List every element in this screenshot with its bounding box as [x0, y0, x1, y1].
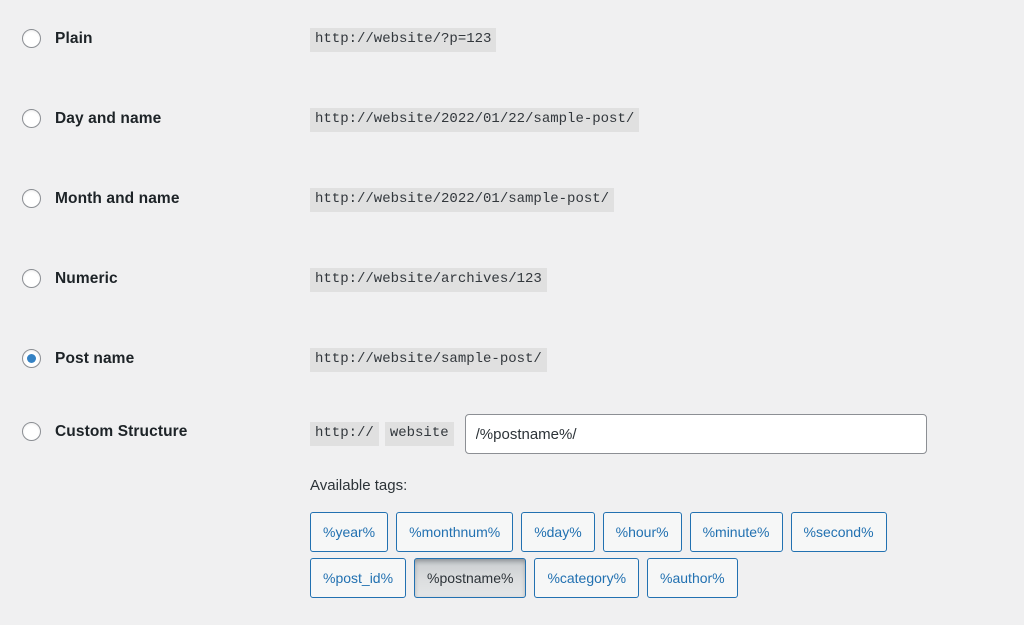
permalink-example-cell-plain: http://website/?p=123 — [310, 0, 1024, 80]
permalink-option-row-day-and-name: Day and name http://website/2022/01/22/s… — [0, 80, 1024, 160]
permalink-option-label-cell-custom-structure: Custom Structure — [0, 400, 310, 614]
permalink-settings-table: Plain http://website/?p=123 Day and name… — [0, 0, 1024, 614]
custom-structure-cell: http:// website Available tags: %year% %… — [310, 400, 1024, 614]
permalink-option-label-cell-month-and-name: Month and name — [0, 160, 310, 240]
tag-button-year[interactable]: %year% — [310, 512, 389, 552]
permalink-option-label-numeric: Numeric — [55, 269, 118, 287]
custom-structure-input-line: http:// website — [310, 414, 1024, 454]
radio-label-post-name[interactable]: Post name — [0, 349, 134, 368]
radio-button-post-name[interactable] — [22, 349, 41, 368]
permalink-example-cell-post-name: http://website/sample-post/ — [310, 320, 1024, 400]
permalink-option-label-custom-structure: Custom Structure — [55, 422, 188, 440]
radio-button-numeric[interactable] — [22, 269, 41, 288]
site-name-text: website — [384, 422, 454, 446]
permalink-option-label-plain: Plain — [55, 29, 93, 47]
radio-label-custom-structure[interactable]: Custom Structure — [0, 422, 188, 441]
permalink-option-label-month-and-name: Month and name — [55, 189, 180, 207]
custom-structure-input[interactable] — [464, 414, 927, 454]
protocol-prefix-text: http:// — [310, 422, 379, 446]
permalink-option-row-numeric: Numeric http://website/archives/123 — [0, 240, 1024, 320]
permalink-option-label-cell-day-and-name: Day and name — [0, 80, 310, 160]
tag-button-monthnum[interactable]: %monthnum% — [396, 512, 514, 552]
permalink-option-row-post-name: Post name http://website/sample-post/ — [0, 320, 1024, 400]
permalink-example-cell-month-and-name: http://website/2022/01/sample-post/ — [310, 160, 1024, 240]
permalink-example-numeric: http://website/archives/123 — [310, 268, 547, 292]
radio-label-month-and-name[interactable]: Month and name — [0, 189, 180, 208]
permalink-option-label-post-name: Post name — [55, 349, 135, 367]
available-tags-row-1: %year% %monthnum% %day% %hour% %minute% … — [310, 512, 1024, 552]
permalink-example-plain: http://website/?p=123 — [310, 28, 497, 52]
permalink-option-label-day-and-name: Day and name — [55, 109, 162, 127]
permalink-option-row-plain: Plain http://website/?p=123 — [0, 0, 1024, 80]
available-tags-container: %year% %monthnum% %day% %hour% %minute% … — [310, 512, 1024, 598]
permalink-option-row-month-and-name: Month and name http://website/2022/01/sa… — [0, 160, 1024, 240]
radio-button-plain[interactable] — [22, 29, 41, 48]
tag-button-minute[interactable]: %minute% — [689, 512, 783, 552]
permalink-option-label-cell-post-name: Post name — [0, 320, 310, 400]
permalink-option-row-custom-structure: Custom Structure http:// website Availab… — [0, 400, 1024, 614]
radio-label-day-and-name[interactable]: Day and name — [0, 109, 161, 128]
permalink-example-day-and-name: http://website/2022/01/22/sample-post/ — [310, 108, 640, 132]
tag-button-day[interactable]: %day% — [521, 512, 595, 552]
radio-button-month-and-name[interactable] — [22, 189, 41, 208]
permalink-example-cell-day-and-name: http://website/2022/01/22/sample-post/ — [310, 80, 1024, 160]
tag-button-category[interactable]: %category% — [534, 558, 640, 598]
radio-label-plain[interactable]: Plain — [0, 29, 93, 48]
available-tags-label: Available tags: — [310, 477, 408, 494]
tag-button-postname[interactable]: %postname% — [414, 558, 527, 598]
tag-button-author[interactable]: %author% — [647, 558, 738, 598]
radio-button-custom-structure[interactable] — [22, 422, 41, 441]
permalink-option-label-cell-plain: Plain — [0, 0, 310, 80]
permalink-example-post-name: http://website/sample-post/ — [310, 348, 547, 372]
tag-button-post-id[interactable]: %post_id% — [310, 558, 407, 598]
permalink-option-label-cell-numeric: Numeric — [0, 240, 310, 320]
permalink-options-list: Plain http://website/?p=123 Day and name… — [0, 0, 1024, 614]
radio-button-day-and-name[interactable] — [22, 109, 41, 128]
permalink-example-month-and-name: http://website/2022/01/sample-post/ — [310, 188, 615, 212]
custom-structure-content: http:// website Available tags: %year% %… — [310, 400, 1024, 614]
permalink-example-cell-numeric: http://website/archives/123 — [310, 240, 1024, 320]
tag-button-second[interactable]: %second% — [790, 512, 887, 552]
available-tags-row-2: %post_id% %postname% %category% %author% — [310, 558, 1024, 598]
tag-button-hour[interactable]: %hour% — [602, 512, 682, 552]
radio-label-numeric[interactable]: Numeric — [0, 269, 118, 288]
